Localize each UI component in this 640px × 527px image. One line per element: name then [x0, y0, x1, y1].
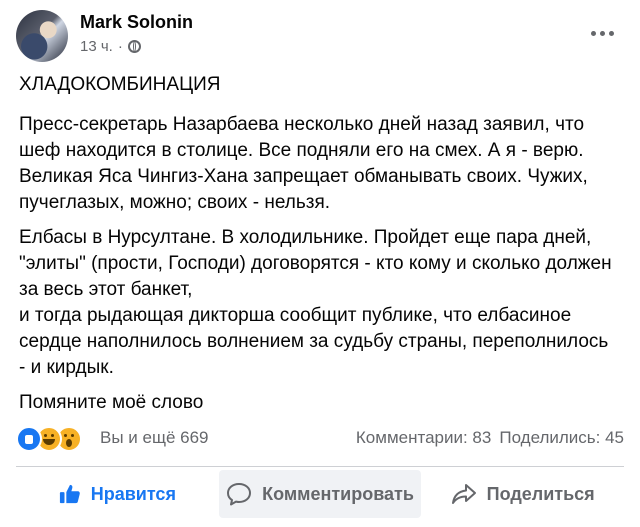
like-icon — [16, 426, 42, 452]
post-actions: Нравится Комментировать Поделиться — [16, 470, 624, 518]
post-header: Mark Solonin 13 ч. · — [0, 0, 640, 70]
comment-label: Комментировать — [262, 483, 414, 504]
share-icon — [451, 484, 476, 504]
share-button[interactable]: Поделиться — [421, 470, 624, 518]
post-meta: 13 ч. · — [80, 38, 141, 55]
shares-count[interactable]: Поделились: 45 — [499, 428, 624, 448]
comment-icon — [227, 483, 252, 506]
more-dot-icon — [608, 30, 614, 36]
divider — [16, 466, 624, 467]
like-button[interactable]: Нравится — [16, 470, 219, 518]
engagement-counts: Комментарии: 83 Поделились: 45 — [356, 428, 624, 448]
post-paragraph: Елбасы в Нурсултане. В холодильнике. Про… — [19, 227, 612, 378]
more-dot-icon — [590, 30, 596, 36]
post-title: ХЛАДОКОМБИНАЦИЯ — [19, 74, 221, 95]
reaction-icons[interactable] — [16, 426, 82, 452]
globe-icon[interactable] — [127, 40, 141, 53]
share-label: Поделиться — [486, 483, 595, 504]
like-label: Нравится — [90, 483, 176, 504]
reaction-stats-bar: Вы и ещё 669 Комментарии: 83 Поделились:… — [16, 424, 624, 452]
more-dot-icon — [599, 30, 605, 36]
more-options-button[interactable] — [582, 18, 622, 48]
post-body: ХЛАДОКОМБИНАЦИЯ Пресс-секретарь Назарбае… — [19, 72, 619, 425]
comment-button[interactable]: Комментировать — [218, 470, 422, 518]
post-paragraph: Помяните моё слово — [19, 392, 204, 413]
post-paragraph: Пресс-секретарь Назарбаева несколько дне… — [19, 114, 588, 213]
post-time[interactable]: 13 ч. — [80, 38, 113, 55]
author-name[interactable]: Mark Solonin — [80, 12, 193, 33]
reaction-count[interactable]: Вы и ещё 669 — [100, 428, 208, 448]
comments-count[interactable]: Комментарии: 83 — [356, 428, 491, 448]
meta-separator: · — [117, 38, 123, 55]
thumbs-up-icon — [59, 484, 80, 504]
avatar[interactable] — [16, 10, 68, 62]
